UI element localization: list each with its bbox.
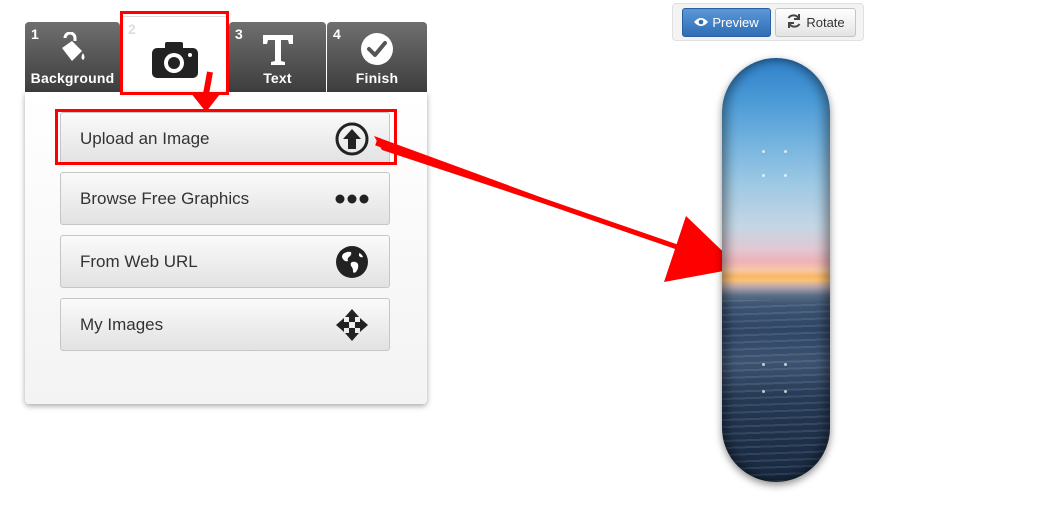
arrow-down: [203, 71, 213, 95]
preview-button[interactable]: Preview: [682, 8, 771, 37]
board-edge-shading: [722, 58, 830, 482]
arrow-down-head: [190, 92, 220, 112]
eye-icon: [694, 15, 709, 30]
rotate-icon: [786, 13, 802, 32]
rotate-label: Rotate: [806, 15, 845, 30]
annotation-arrows: [190, 71, 740, 282]
arrow-right-body: [374, 136, 690, 252]
preview-toolbar: Preview Rotate: [672, 3, 864, 41]
rotate-button[interactable]: Rotate: [775, 8, 856, 37]
preview-label: Preview: [712, 15, 759, 30]
skateboard-preview[interactable]: [722, 58, 830, 482]
